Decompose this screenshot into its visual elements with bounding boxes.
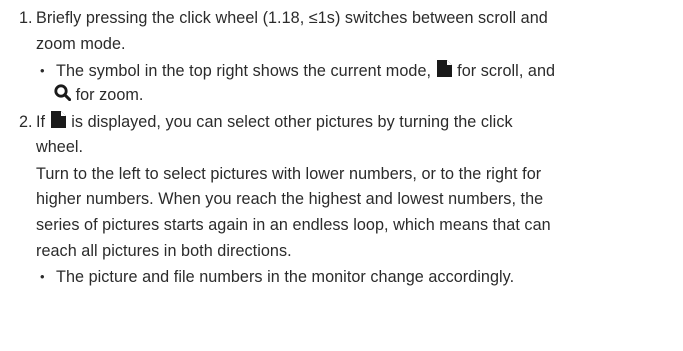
bullet-marker: • — [40, 269, 45, 284]
item2-text-line2: wheel. — [36, 138, 84, 156]
document-scroll-icon — [50, 111, 67, 128]
item2-paragraph-line3: series of pictures starts again in an en… — [36, 216, 551, 234]
list-number-1: 1. — [19, 9, 33, 27]
document-scroll-icon — [436, 60, 453, 77]
item2-text-line1: If is displayed, you can select other pi… — [36, 110, 513, 134]
item1-bullet-line1: The symbol in the top right shows the cu… — [56, 59, 555, 83]
item2-paragraph-line2: higher numbers. When you reach the highe… — [36, 190, 544, 208]
item2-text-line1-rest: is displayed, you can select other pictu… — [71, 113, 513, 131]
item1-bullet-text-zoom: for zoom. — [75, 86, 144, 104]
bullet-marker: • — [40, 63, 45, 78]
item2-paragraph-line1: Turn to the left to select pictures with… — [36, 165, 542, 183]
item1-bullet-text-before: The symbol in the top right shows the cu… — [56, 62, 432, 80]
item2-bullet-text: The picture and file numbers in the moni… — [56, 268, 515, 286]
item1-text-line2: zoom mode. — [36, 35, 126, 53]
item2-paragraph-line4: reach all pictures in both directions. — [36, 242, 292, 260]
magnifier-zoom-icon — [54, 84, 71, 101]
item1-bullet-text-scroll: for scroll, and — [457, 62, 556, 80]
item2-text-if: If — [36, 113, 46, 131]
manual-page: 1. Briefly pressing the click wheel (1.1… — [0, 0, 683, 351]
list-number-2: 2. — [19, 113, 33, 131]
item1-text-line1: Briefly pressing the click wheel (1.18, … — [36, 9, 548, 27]
item1-bullet-line2: for zoom. — [54, 83, 143, 107]
